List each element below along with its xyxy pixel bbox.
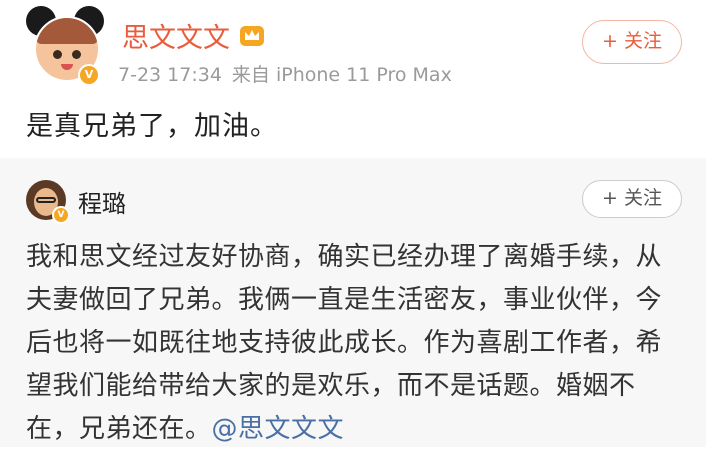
repost-body: 我和思文经过友好协商，确实已经办理了离婚手续，从夫妻做回了兄弟。我俩一直是生活密… <box>26 236 686 451</box>
mention-link[interactable]: @思文文文 <box>212 414 345 444</box>
repost-card[interactable]: V 程璐 + 关注 我和思文经过友好协商，确实已经办理了离婚手续，从夫妻做回了兄… <box>0 158 706 447</box>
repost-verified-badge-icon: V <box>52 206 70 224</box>
post-source: 来自 iPhone 11 Pro Max <box>231 64 452 86</box>
post-text: 是真兄弟了，加油。 <box>26 111 278 142</box>
post-username[interactable]: 思文文文 <box>122 16 230 55</box>
repost-follow-button[interactable]: + 关注 <box>582 180 682 218</box>
post-meta: 7-23 17:34 来自 iPhone 11 Pro Max <box>118 60 452 87</box>
crown-icon <box>240 26 264 46</box>
verified-badge-icon: V <box>78 64 100 86</box>
post-date: 7-23 17:34 <box>118 64 222 86</box>
weibo-post: V 思文文文 7-23 17:34 来自 iPhone 11 Pro Max + … <box>0 0 706 158</box>
repost-username[interactable]: 程璐 <box>78 184 126 219</box>
follow-button[interactable]: + 关注 <box>582 20 682 64</box>
user-avatar[interactable]: V <box>24 6 106 88</box>
